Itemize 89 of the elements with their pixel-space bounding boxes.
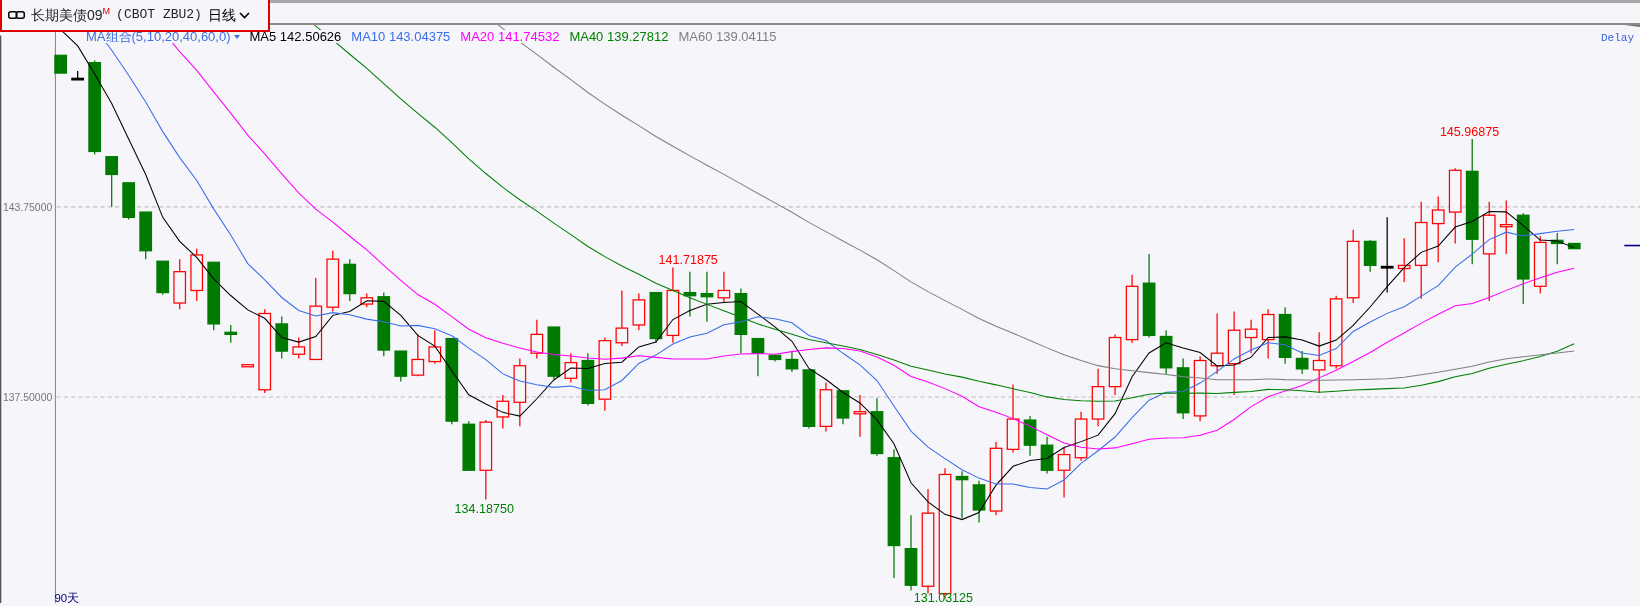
period-dropdown[interactable]: 日线 bbox=[207, 4, 250, 26]
candlestick bbox=[530, 319, 544, 360]
candlestick bbox=[955, 470, 969, 519]
candlestick bbox=[1159, 329, 1173, 375]
candlestick bbox=[700, 271, 714, 323]
candlestick bbox=[1499, 199, 1513, 255]
price-extreme-label: 134.18750 bbox=[454, 502, 514, 517]
candlestick bbox=[241, 364, 255, 368]
indicator-value: MA40 139.27812 bbox=[569, 30, 669, 43]
candlestick bbox=[1023, 415, 1037, 457]
candlestick bbox=[224, 324, 238, 344]
candlestick bbox=[496, 394, 510, 430]
candlestick bbox=[802, 369, 816, 430]
candlestick bbox=[1125, 274, 1139, 344]
candlestick bbox=[343, 258, 357, 302]
candlestick bbox=[275, 316, 289, 360]
candlestick bbox=[1193, 355, 1207, 422]
candlestick bbox=[1210, 312, 1224, 375]
candlestick bbox=[717, 271, 731, 304]
candlestick bbox=[1176, 357, 1190, 420]
candlestick bbox=[292, 336, 306, 360]
candlestick bbox=[1363, 239, 1377, 273]
candlestick bbox=[1074, 411, 1088, 462]
candlestick bbox=[836, 390, 850, 425]
range-label: 90天 bbox=[54, 591, 80, 603]
last-price-marker bbox=[1623, 244, 1640, 247]
candlestick bbox=[207, 261, 221, 331]
candlestick bbox=[190, 248, 204, 302]
candlestick bbox=[394, 350, 408, 383]
candlestick bbox=[547, 326, 561, 380]
candlestick bbox=[377, 291, 391, 357]
candlestick bbox=[1261, 308, 1275, 360]
candlestick bbox=[632, 293, 646, 331]
chevron-down-icon bbox=[238, 11, 250, 19]
symbol-name: 长期美债09$^{M}$ bbox=[31, 4, 111, 25]
candlestick bbox=[615, 289, 629, 347]
price-extreme-label: 145.96875 bbox=[1439, 124, 1500, 139]
candlestick bbox=[360, 293, 374, 308]
candlestick bbox=[649, 291, 663, 344]
symbol-code: (CBOT ZBU2) bbox=[116, 6, 202, 25]
candlestick bbox=[1040, 436, 1054, 474]
candlestick bbox=[513, 357, 527, 427]
candlestick bbox=[751, 337, 765, 377]
candlestick bbox=[462, 420, 476, 471]
candlestick bbox=[819, 381, 833, 433]
candlestick bbox=[1278, 306, 1292, 365]
candlestick bbox=[173, 258, 187, 310]
price-extreme-label: 141.71875 bbox=[658, 253, 718, 268]
candlestick bbox=[122, 182, 136, 221]
candlestick bbox=[1295, 350, 1309, 375]
candlestick bbox=[1567, 242, 1581, 250]
indicator-value: MA20 141.74532 bbox=[460, 30, 560, 43]
link-icon bbox=[8, 11, 25, 19]
candlestick bbox=[853, 394, 867, 438]
candlestick bbox=[785, 350, 799, 373]
price-extreme-label: 131.03125 bbox=[913, 590, 974, 603]
candlestick bbox=[428, 329, 442, 365]
candlestick bbox=[71, 70, 85, 81]
candlestick bbox=[411, 333, 425, 377]
candlestick bbox=[139, 211, 153, 260]
indicator-value: MA60 139.04115 bbox=[678, 30, 777, 43]
candlestick bbox=[1244, 319, 1258, 354]
candlestick bbox=[768, 354, 782, 363]
candlestick bbox=[1550, 232, 1564, 265]
candlestick bbox=[972, 480, 986, 524]
candlestick bbox=[1057, 446, 1071, 499]
caret-down-icon[interactable] bbox=[233, 34, 240, 39]
candlestick bbox=[870, 397, 884, 457]
candlestick bbox=[54, 54, 68, 74]
candlestick bbox=[734, 287, 748, 354]
candlestick bbox=[1397, 237, 1411, 283]
candlestick bbox=[564, 352, 578, 384]
candlestick bbox=[1108, 333, 1122, 396]
candlestick bbox=[1091, 368, 1105, 427]
indicator-value: MA10 143.04375 bbox=[351, 30, 451, 43]
delay-label: Delay bbox=[1601, 31, 1634, 46]
candlestick bbox=[326, 250, 340, 312]
price-axis-label: 143.75000 bbox=[2, 202, 53, 214]
candlestick bbox=[1533, 235, 1547, 295]
candlestick bbox=[683, 271, 697, 318]
candlestick bbox=[1312, 331, 1326, 394]
price-axis-label: 137.50000 bbox=[2, 392, 53, 404]
symbol-selector[interactable]: 长期美债09$^{M}$ (CBOT ZBU2) 日线 bbox=[0, 0, 270, 32]
candlestick bbox=[1431, 195, 1445, 263]
candlestick bbox=[105, 156, 119, 208]
indicator-value: MA5 142.50626 bbox=[249, 30, 342, 43]
candlestick bbox=[581, 352, 595, 407]
candlestick bbox=[1006, 383, 1020, 454]
candlestick bbox=[156, 260, 170, 296]
